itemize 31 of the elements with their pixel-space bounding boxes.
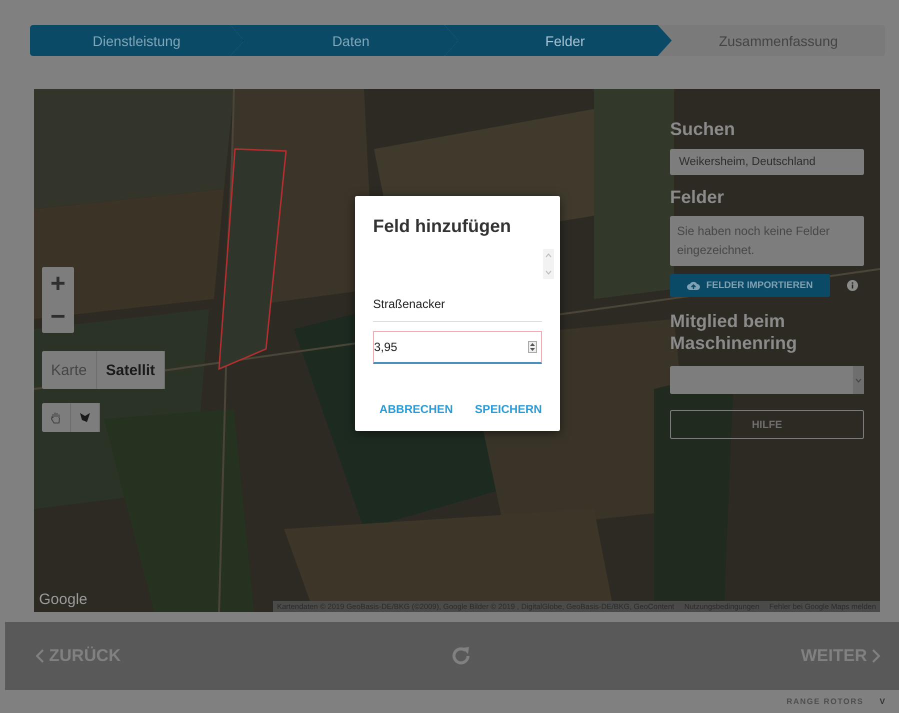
wizard-step[interactable]: Daten	[230, 25, 458, 56]
chevron-left-icon	[35, 648, 45, 664]
fields-heading: Felder	[670, 186, 726, 208]
search-heading: Suchen	[670, 119, 736, 141]
area-input[interactable]: 3,95	[373, 331, 542, 364]
polygon-icon	[79, 412, 91, 423]
cancel-button[interactable]: ABBRECHEN	[379, 404, 453, 416]
help-button[interactable]: HILFE	[670, 410, 864, 440]
save-button[interactable]: SPEICHERN	[474, 404, 542, 416]
map-logo: Google	[39, 591, 88, 608]
search-field[interactable]: Weikersheim, Deutschland	[670, 148, 864, 175]
chevron-right-icon	[870, 648, 881, 664]
wizard-step[interactable]: Dienstleistung	[30, 25, 244, 56]
hand-icon	[50, 411, 62, 424]
spinner-icon[interactable]	[528, 341, 537, 353]
wizard-step[interactable]: Felder	[444, 25, 672, 56]
zoom-in-button[interactable]: +	[42, 267, 74, 300]
member-select[interactable]	[670, 366, 864, 394]
field-name: Straßenacker	[373, 297, 542, 322]
map-type-button[interactable]: Satellit	[96, 351, 166, 389]
info-icon[interactable]	[847, 280, 858, 292]
cloud-upload-icon	[687, 281, 700, 290]
scroll-arrows-icon[interactable]	[543, 249, 554, 279]
zoom-out-button[interactable]: −	[42, 300, 74, 333]
member-heading: Mitglied beim Maschinenring	[670, 311, 798, 354]
refresh-icon[interactable]	[450, 645, 472, 667]
map-type-button[interactable]: Karte	[42, 351, 97, 389]
caret-icon	[855, 378, 862, 383]
import-fields-button[interactable]: FELDER IMPORTIEREN	[670, 274, 830, 298]
dialog-title: Feld hinzufügen	[373, 216, 512, 237]
version-label: V	[880, 697, 885, 706]
